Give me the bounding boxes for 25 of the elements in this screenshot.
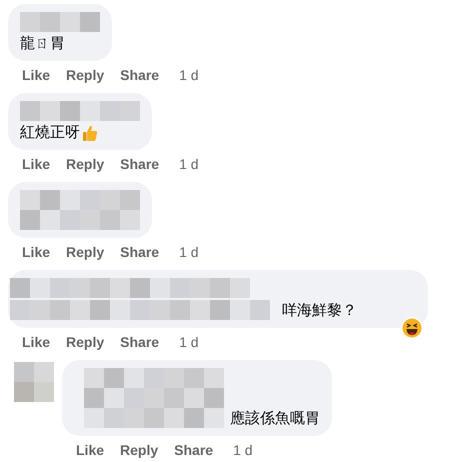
comment-action-link[interactable]: Like	[22, 244, 50, 260]
comment-text: 紅燒正呀	[20, 123, 80, 142]
comment-action-link[interactable]: Like	[76, 442, 104, 458]
blurred-avatar-drawing	[14, 362, 54, 402]
comment-action-link[interactable]: Like	[22, 67, 50, 83]
comment-time: 1 d	[179, 244, 199, 260]
comment-action-link[interactable]: Share	[174, 442, 214, 458]
comment-action-link[interactable]: Reply	[66, 244, 104, 260]
comment-action-link[interactable]: Reply	[66, 156, 104, 172]
comment-action-link[interactable]: Share	[120, 67, 160, 83]
comment-text: 龍ㄖ胃	[20, 34, 65, 53]
comment-action-link[interactable]: Share	[120, 334, 160, 350]
comment-time: 1 d	[179, 156, 199, 172]
comment-action-link[interactable]: Reply	[66, 67, 104, 83]
comment-action-link[interactable]: Like	[22, 156, 50, 172]
comment-action-link[interactable]: Share	[120, 156, 160, 172]
comment-action-link[interactable]: Share	[120, 244, 160, 260]
comment-time: 1 d	[179, 334, 199, 350]
comment-text: 咩海鮮黎？	[282, 300, 357, 320]
comment-action-link[interactable]: Reply	[120, 442, 158, 458]
comment-time: 1 d	[179, 67, 199, 83]
comment-action-link[interactable]: Reply	[66, 334, 104, 350]
comment-time: 1 d	[233, 442, 253, 458]
comment-action-link[interactable]: Like	[22, 334, 50, 350]
comment-text: 應該係魚嘅胃	[229, 409, 320, 428]
